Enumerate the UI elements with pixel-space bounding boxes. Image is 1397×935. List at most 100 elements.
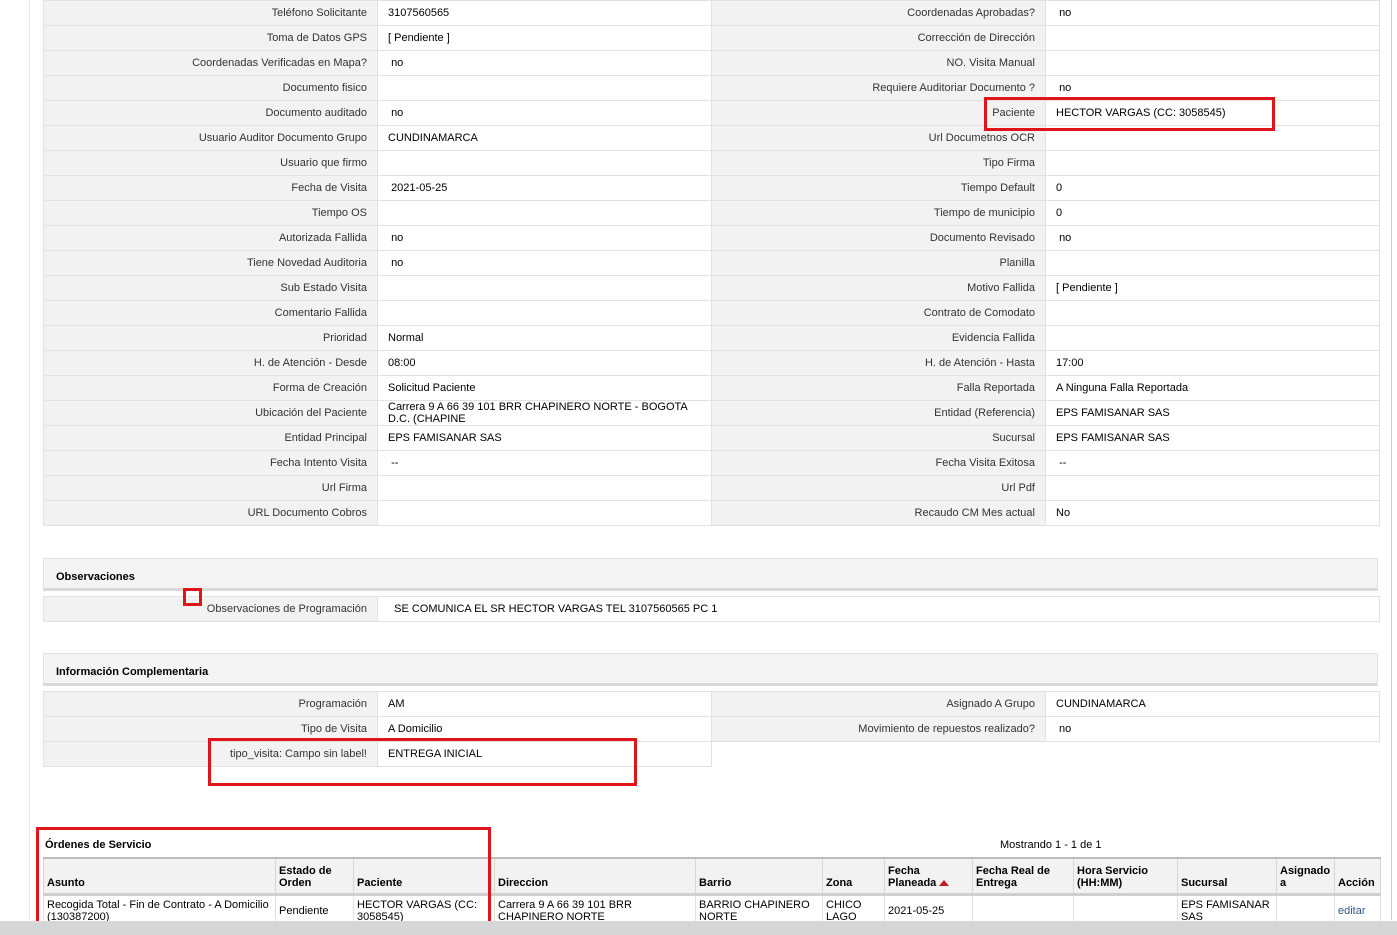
highlight-paciente	[984, 97, 1275, 131]
detail-label: Teléfono Solicitante	[43, 0, 378, 26]
detail-row: H. de Atención - Desde 08:00 H. de Atenció…	[43, 350, 1380, 376]
detail-label: Corrección de Dirección	[711, 25, 1046, 51]
col-header-zona[interactable]: Zona	[822, 857, 885, 895]
detail-row: Toma de Datos GPS[ Pendiente ] Corrección…	[43, 25, 1380, 51]
detail-value	[377, 200, 712, 226]
detail-row: Prioridad Normal Evidencia Fallida	[43, 325, 1380, 351]
observaciones-section-header: Observaciones	[43, 558, 1378, 591]
detail-label: Coordenadas Verificadas en Mapa?	[43, 50, 378, 76]
detail-value	[377, 75, 712, 101]
highlight-tipo-visita	[208, 738, 637, 786]
detail-value: 0	[1045, 175, 1380, 201]
col-header-asignado[interactable]: Asignado a	[1276, 857, 1335, 895]
empty-cell	[1045, 741, 1380, 767]
detail-label: Documento fisico	[43, 75, 378, 101]
detail-value: Carrera 9 A 66 39 101 BRR CHAPINERO NORT…	[377, 400, 712, 426]
observaciones-value: SE COMUNICA EL SR HECTOR VARGAS TEL 3107…	[377, 596, 1380, 622]
detail-label: Entidad (Referencia)	[711, 400, 1046, 426]
detail-label: Tiempo Default	[711, 175, 1046, 201]
detail-row: Tiene Novedad Auditoria no Planilla	[43, 250, 1380, 276]
detail-label: Documento auditado	[43, 100, 378, 126]
detail-label: Fecha de Visita	[43, 175, 378, 201]
detail-value: no	[377, 50, 712, 76]
info-value: AM	[377, 691, 712, 717]
page-left-border	[29, 0, 30, 920]
empty-cell	[711, 741, 1046, 767]
info-value: no	[1045, 716, 1380, 742]
detail-value	[1045, 50, 1380, 76]
detail-label: Tiene Novedad Auditoria	[43, 250, 378, 276]
detail-row: Coordenadas Verificadas en Mapa? no NO. V…	[43, 50, 1380, 76]
detail-value: 2021-05-25	[377, 175, 712, 201]
detail-value	[377, 500, 712, 526]
col-header-direccion[interactable]: Direccion	[494, 857, 696, 895]
col-header-accion: Acción	[1334, 857, 1381, 895]
detail-value: [ Pendiente ]	[1045, 275, 1380, 301]
detail-row: Sub Estado Visita Motivo Fallida[ Pendien…	[43, 275, 1380, 301]
info-label: Movimiento de repuestos realizado?	[711, 716, 1046, 742]
col-header-fecha-real[interactable]: Fecha Real de Entrega	[972, 857, 1074, 895]
detail-label: Fecha Visita Exitosa	[711, 450, 1046, 476]
detail-label: Coordenadas Aprobadas?	[711, 0, 1046, 26]
detail-label: Prioridad	[43, 325, 378, 351]
detail-row: Comentario Fallida Contrato de Comodato	[43, 300, 1380, 326]
col-header-fecha-planeada[interactable]: Fecha Planeada	[884, 857, 973, 895]
info-value: CUNDINAMARCA	[1045, 691, 1380, 717]
info-complementaria-section-header: Información Complementaria	[43, 653, 1378, 686]
detail-label: Entidad Principal	[43, 425, 378, 451]
detail-label: Evidencia Fallida	[711, 325, 1046, 351]
col-header-barrio[interactable]: Barrio	[695, 857, 823, 895]
detail-value	[1045, 300, 1380, 326]
detail-value: [ Pendiente ]	[377, 25, 712, 51]
info-row: Programación AM Asignado A Grupo CUNDINA…	[43, 691, 1380, 717]
detail-label: Tiempo de municipio	[711, 200, 1046, 226]
visit-details-table: Teléfono Solicitante 3107560565 Coordenada…	[43, 0, 1380, 526]
detail-value	[377, 475, 712, 501]
detail-value	[1045, 250, 1380, 276]
detail-row: Ubicación del Paciente Carrera 9 A 66 39 …	[43, 400, 1380, 426]
col-header-sucursal[interactable]: Sucursal	[1177, 857, 1277, 895]
detail-row: Entidad Principal EPS FAMISANAR SAS Sucurs…	[43, 425, 1380, 451]
detail-value: 17:00	[1045, 350, 1380, 376]
detail-value	[1045, 25, 1380, 51]
highlight-observaciones-marker	[183, 588, 202, 606]
info-label: Programación	[43, 691, 378, 717]
detail-value: no	[1045, 225, 1380, 251]
detail-row: Tiempo OS Tiempo de municipio 0	[43, 200, 1380, 226]
detail-row: Forma de Creación Solicitud Paciente Falla…	[43, 375, 1380, 401]
detail-label: Usuario que firmo	[43, 150, 378, 176]
detail-label: Url Pdf	[711, 475, 1046, 501]
detail-value	[1045, 475, 1380, 501]
detail-row: Url Firma Url Pdf	[43, 475, 1380, 501]
detail-value	[377, 300, 712, 326]
detail-value: no	[377, 100, 712, 126]
detail-label: Tiempo OS	[43, 200, 378, 226]
detail-label: Toma de Datos GPS	[43, 25, 378, 51]
detail-value	[377, 275, 712, 301]
detail-label: Tipo Firma	[711, 150, 1046, 176]
detail-label: Falla Reportada	[711, 375, 1046, 401]
page-right-border	[1391, 0, 1392, 920]
col-header-hora-servicio[interactable]: Hora Servicio (HH:MM)	[1073, 857, 1178, 895]
horizontal-scrollbar[interactable]	[0, 921, 1397, 935]
observaciones-label: Observaciones de Programación	[43, 596, 378, 622]
detail-value: EPS FAMISANAR SAS	[1045, 425, 1380, 451]
detail-row: Autorizada Fallida no Documento Revisado …	[43, 225, 1380, 251]
detail-label: Planilla	[711, 250, 1046, 276]
detail-row: Fecha de Visita 2021-05-25 Tiempo Default…	[43, 175, 1380, 201]
detail-row: Fecha Intento Visita -- Fecha Visita Exit…	[43, 450, 1380, 476]
info-label: Asignado A Grupo	[711, 691, 1046, 717]
detail-label: Motivo Fallida	[711, 275, 1046, 301]
detail-value	[377, 150, 712, 176]
detail-label: Fecha Intento Visita	[43, 450, 378, 476]
detail-label: Documento Revisado	[711, 225, 1046, 251]
detail-value: --	[377, 450, 712, 476]
detail-label: Ubicación del Paciente	[43, 400, 378, 426]
highlight-orders	[36, 827, 491, 925]
col-header-fecha-planeada-label: Fecha Planeada	[888, 865, 937, 889]
detail-value: 3107560565	[377, 0, 712, 26]
observaciones-title: Observaciones	[56, 571, 135, 583]
detail-label: Autorizada Fallida	[43, 225, 378, 251]
detail-value: CUNDINAMARCA	[377, 125, 712, 151]
detail-value: EPS FAMISANAR SAS	[1045, 400, 1380, 426]
